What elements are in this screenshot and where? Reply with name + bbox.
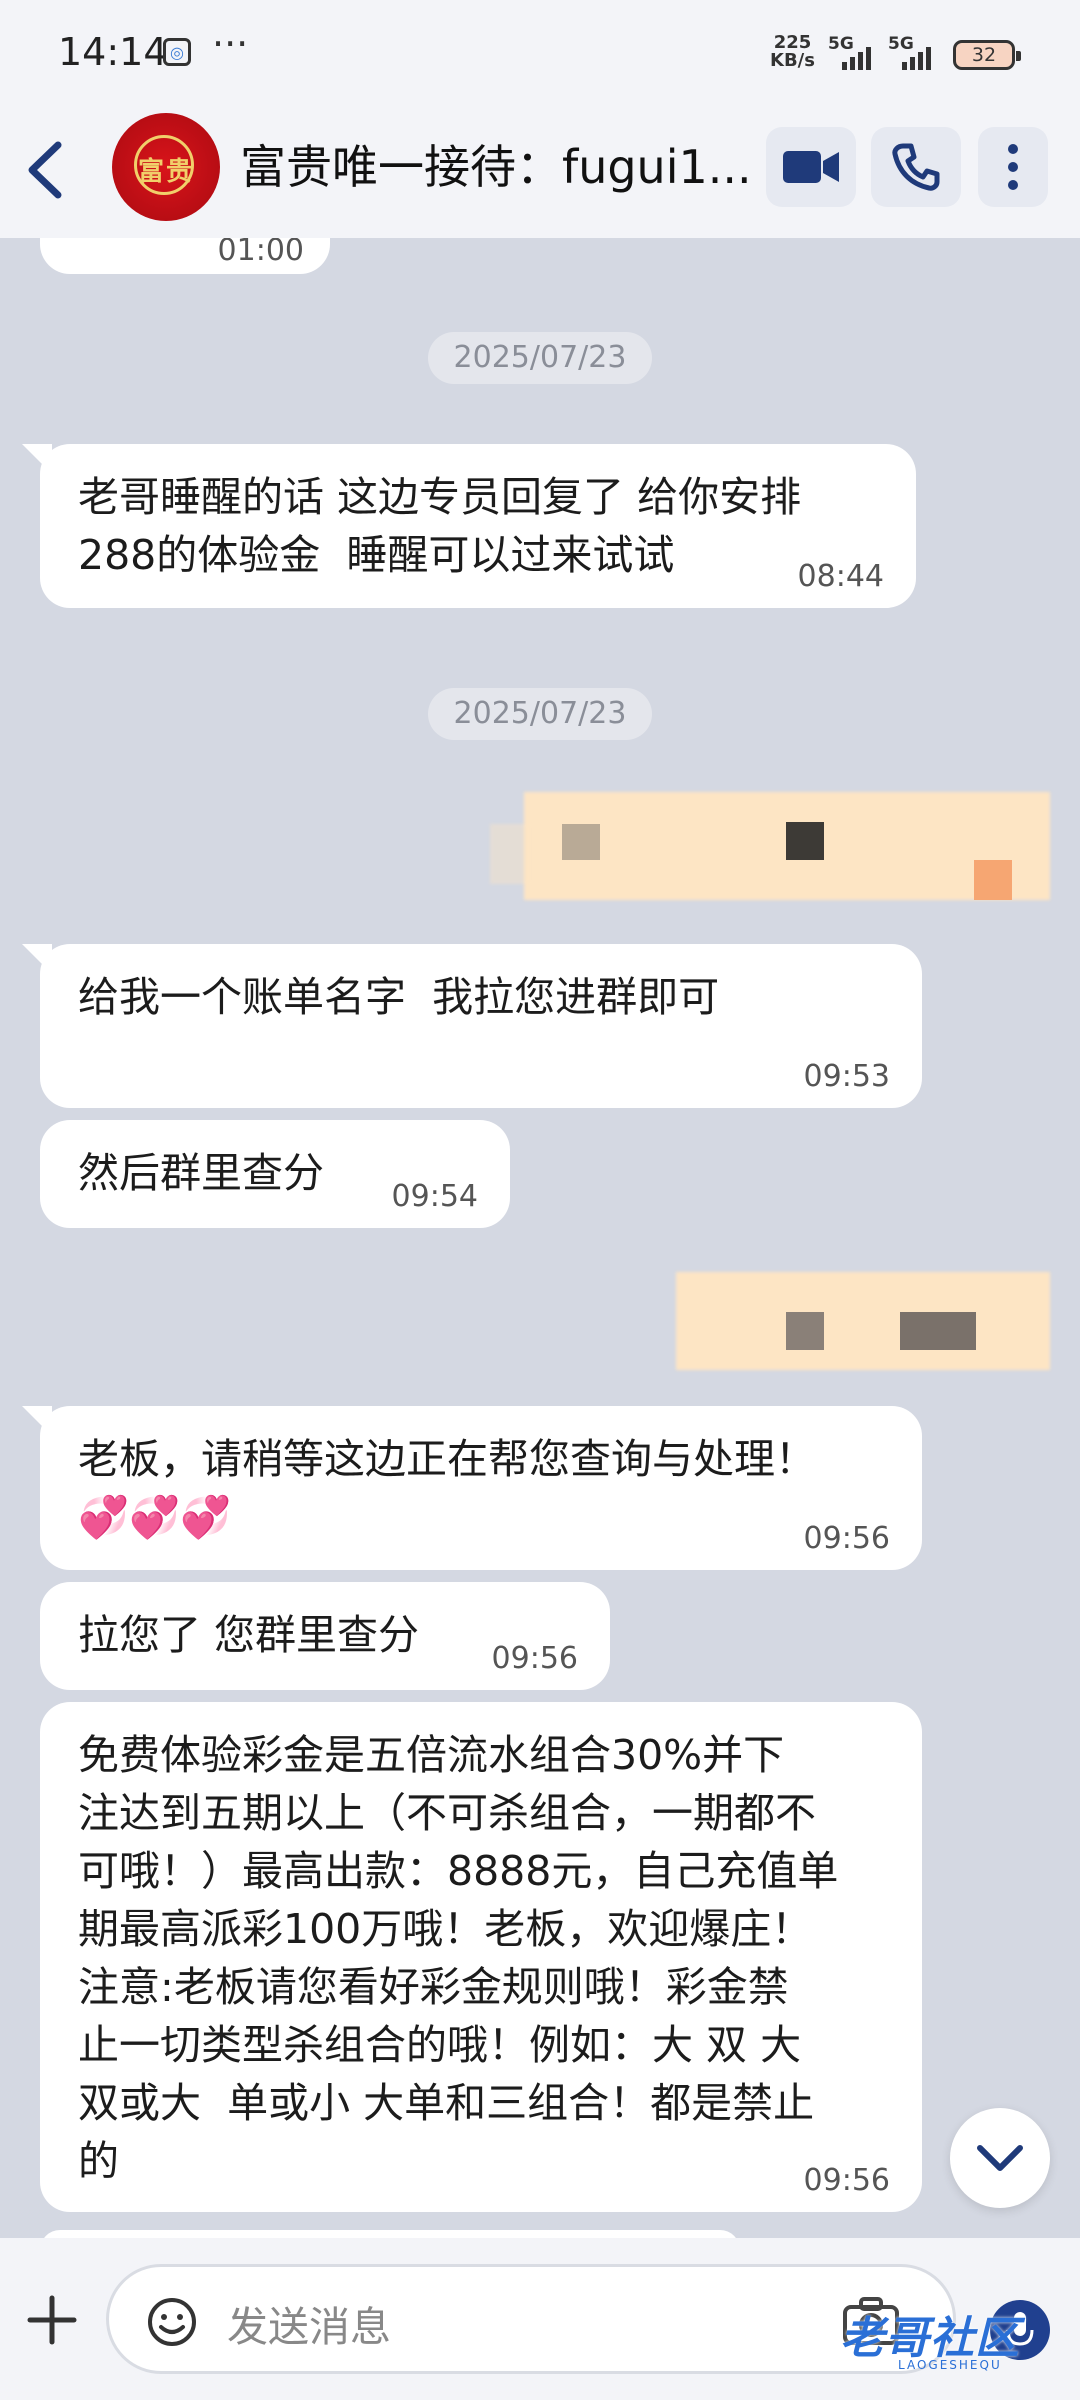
message-time: 09:56 xyxy=(803,2163,890,2198)
redacted-pixel xyxy=(900,1312,976,1350)
message-bubble[interactable]: 拉您了 您群里查分 09:56 xyxy=(40,1582,610,1690)
browser-notification-icon: ◎ xyxy=(163,38,191,66)
chat-title[interactable]: 富贵唯一接待：fugui1... xyxy=(240,131,760,197)
emoji-button[interactable] xyxy=(145,2295,199,2349)
chevron-down-icon xyxy=(977,2145,1023,2171)
date-separator: 2025/07/23 xyxy=(428,688,652,740)
watermark-logo: 老哥社区 xyxy=(840,2313,1020,2364)
message-time: 08:44 xyxy=(797,559,884,594)
status-bar: 14:14 ◎ ··· 225 KB/s 5G 5G 32 xyxy=(0,0,1080,105)
battery-icon: 32 xyxy=(953,40,1021,70)
back-button[interactable] xyxy=(18,135,78,205)
chat-header: 富贵 富贵唯一接待：fugui1... xyxy=(0,105,1080,238)
message-bubble[interactable]: 然后群里查分 09:54 xyxy=(40,1120,510,1228)
message-bubble[interactable]: 老哥睡醒的话 这边专员回复了 给你安排 288的体验金 睡醒可以过来试试 08:… xyxy=(22,444,916,608)
plus-icon xyxy=(27,2295,77,2345)
message-input[interactable]: 发送消息 xyxy=(106,2264,956,2374)
video-call-icon xyxy=(783,151,839,183)
attach-button[interactable] xyxy=(22,2290,82,2350)
date-separator: 2025/07/23 xyxy=(428,332,652,384)
message-time: 09:56 xyxy=(491,1641,578,1676)
message-bubble[interactable]: 免费体验彩金是五倍流水组合30%并下 注达到五期以上（不可杀组合，一期都不 可哦… xyxy=(40,1702,922,2212)
message-time: 09:54 xyxy=(391,1179,478,1214)
phone-icon xyxy=(892,143,940,191)
message-time: 01:00 xyxy=(217,233,304,268)
more-notifications-icon: ··· xyxy=(212,22,249,66)
redacted-outgoing-message[interactable] xyxy=(676,1272,1050,1370)
avatar[interactable]: 富贵 xyxy=(112,113,220,221)
redacted-pixel xyxy=(974,860,1012,900)
redacted-pixel xyxy=(786,822,824,860)
redacted-pixel xyxy=(786,1312,824,1350)
more-options-button[interactable] xyxy=(978,127,1048,207)
network-speed: 225 KB/s xyxy=(770,32,815,71)
redacted-edge xyxy=(490,824,530,884)
watermark-subtext: LAOGESHEQU xyxy=(898,2358,1002,2372)
more-icon xyxy=(1008,144,1018,190)
message-text: 免费体验彩金是五倍流水组合30%并下 注达到五期以上（不可杀组合，一期都不 可哦… xyxy=(78,1731,839,2185)
video-call-button[interactable] xyxy=(766,127,856,207)
message-text: 老板，请稍等这边正在帮您查询与处理！ 💞💞💞 xyxy=(78,1435,816,1541)
redacted-pixel xyxy=(562,824,600,860)
scroll-to-bottom-button[interactable] xyxy=(950,2108,1050,2208)
message-bubble[interactable]: 给我一个账单名字 我拉您进群即可 09:53 xyxy=(22,944,922,1108)
back-arrow-icon xyxy=(28,141,62,199)
message-bubble[interactable]: 老板，请稍等这边正在帮您查询与处理！ 💞💞💞 09:56 xyxy=(22,1406,922,1570)
message-list[interactable]: 01:00 2025/07/23 老哥睡醒的话 这边专员回复了 给你安排 288… xyxy=(0,178,1080,2270)
message-time: 09:56 xyxy=(803,1521,890,1556)
emoji-icon xyxy=(148,2298,196,2346)
signal-1-icon: 5G xyxy=(828,34,884,70)
signal-2-icon: 5G xyxy=(888,34,944,70)
input-placeholder: 发送消息 xyxy=(227,2303,391,2351)
message-text: 老哥睡醒的话 这边专员回复了 给你安排 288的体验金 睡醒可以过来试试 xyxy=(78,473,802,579)
message-text: 给我一个账单名字 我拉您进群即可 xyxy=(78,973,720,1021)
voice-call-button[interactable] xyxy=(871,127,961,207)
message-time: 09:53 xyxy=(803,1059,890,1094)
status-time: 14:14 xyxy=(58,30,168,74)
